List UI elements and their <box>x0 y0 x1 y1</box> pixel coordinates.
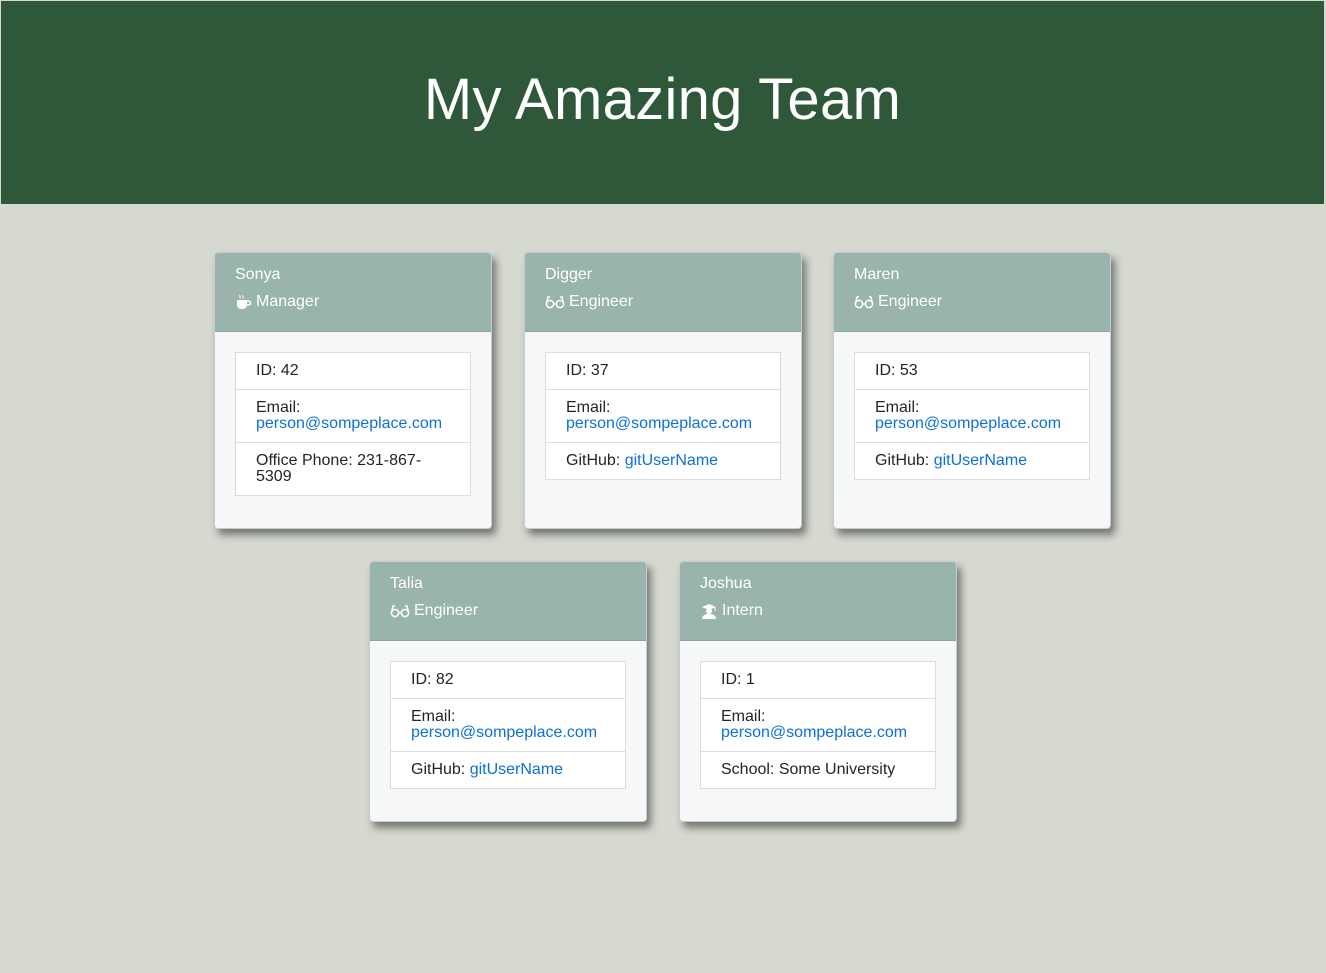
employee-card-engineer: Maren Engineer ID: 53 Email: person@somp… <box>833 252 1111 529</box>
id-item: ID: 1 <box>721 671 755 688</box>
github-item: GitHub: gitUserName <box>391 751 625 788</box>
employee-role: Intern <box>700 601 936 621</box>
email-item: Email: person@sompeplace.com <box>701 698 935 751</box>
role-label: Manager <box>256 293 320 310</box>
id-item: ID: 53 <box>875 362 918 379</box>
office-phone-item: Office Phone: 231-867- 5309 <box>236 442 470 495</box>
card-body: ID: 37 Email: person@sompeplace.com GitH… <box>525 332 801 500</box>
glasses-icon <box>545 294 565 310</box>
email-item: Email: person@sompeplace.com <box>855 389 1089 442</box>
email-link[interactable]: person@sompeplace.com <box>566 415 752 432</box>
github-label: GitHub: <box>411 761 470 778</box>
employee-name: Digger <box>545 266 593 283</box>
page-title: My Amazing Team <box>423 67 902 132</box>
email-label: Email: <box>875 399 920 416</box>
office-phone-label: Office Phone: 231-867- <box>256 452 422 469</box>
card-header: Talia Engineer <box>370 562 646 641</box>
employee-name: Joshua <box>700 575 752 592</box>
info-list: ID: 1 Email: person@sompeplace.com Schoo… <box>700 661 936 789</box>
employee-card-engineer: Talia Engineer ID: 82 Email: person@somp… <box>369 561 647 822</box>
email-label: Email: <box>721 708 766 725</box>
github-link[interactable]: gitUserName <box>470 761 563 778</box>
info-list: ID: 53 Email: person@sompeplace.com GitH… <box>854 352 1090 480</box>
github-label: GitHub: <box>566 452 625 469</box>
employee-role: Engineer <box>854 292 1090 312</box>
card-header: Digger Engineer <box>525 253 801 332</box>
employee-card-manager: Sonya Manager ID: 42 Email: person@sompe… <box>214 252 492 529</box>
role-label: Engineer <box>569 293 634 310</box>
github-item: GitHub: gitUserName <box>855 442 1089 479</box>
card-body: ID: 1 Email: person@sompeplace.com Schoo… <box>680 641 956 809</box>
role-label: Engineer <box>878 293 943 310</box>
github-label: GitHub: <box>875 452 934 469</box>
email-item: Email: person@sompeplace.com <box>391 698 625 751</box>
coffee-mug-icon <box>235 294 252 310</box>
github-item: GitHub: gitUserName <box>546 442 780 479</box>
role-label: Engineer <box>414 602 479 619</box>
employee-role: Engineer <box>390 601 626 621</box>
glasses-icon <box>854 294 874 310</box>
employee-card-intern: Joshua Intern ID: 1 Email: person@sompep… <box>679 561 957 822</box>
email-link[interactable]: person@sompeplace.com <box>411 724 597 741</box>
info-list: ID: 82 Email: person@sompeplace.com GitH… <box>390 661 626 789</box>
github-link[interactable]: gitUserName <box>625 452 718 469</box>
school-item: School: Some University <box>701 751 935 788</box>
github-link[interactable]: gitUserName <box>934 452 1027 469</box>
card-body: ID: 42 Email: person@sompeplace.com Offi… <box>215 332 491 516</box>
email-label: Email: <box>256 399 301 416</box>
card-body: ID: 82 Email: person@sompeplace.com GitH… <box>370 641 646 809</box>
employee-role: Engineer <box>545 292 781 312</box>
card-body: ID: 53 Email: person@sompeplace.com GitH… <box>834 332 1110 500</box>
id-item: ID: 42 <box>256 362 299 379</box>
id-item: ID: 82 <box>411 671 454 688</box>
office-phone-value: 5309 <box>256 468 292 485</box>
employee-name: Maren <box>854 266 900 283</box>
email-item: Email: person@sompeplace.com <box>236 389 470 442</box>
employee-name: Sonya <box>235 266 281 283</box>
card-header: Sonya Manager <box>215 253 491 332</box>
email-label: Email: <box>566 399 611 416</box>
email-link[interactable]: person@sompeplace.com <box>721 724 907 741</box>
info-list: ID: 42 Email: person@sompeplace.com Offi… <box>235 352 471 496</box>
email-item: Email: person@sompeplace.com <box>546 389 780 442</box>
info-list: ID: 37 Email: person@sompeplace.com GitH… <box>545 352 781 480</box>
email-link[interactable]: person@sompeplace.com <box>256 415 442 432</box>
role-label: Intern <box>722 602 763 619</box>
card-header: Joshua Intern <box>680 562 956 641</box>
employee-name: Talia <box>390 575 423 592</box>
email-label: Email: <box>411 708 456 725</box>
employee-card-engineer: Digger Engineer ID: 37 Email: person@som… <box>524 252 802 529</box>
page-header: My Amazing Team <box>1 1 1324 204</box>
id-item: ID: 37 <box>566 362 609 379</box>
card-header: Maren Engineer <box>834 253 1110 332</box>
email-link[interactable]: person@sompeplace.com <box>875 415 1061 432</box>
employee-role: Manager <box>235 292 471 312</box>
glasses-icon <box>390 603 410 619</box>
graduate-icon <box>700 603 718 619</box>
